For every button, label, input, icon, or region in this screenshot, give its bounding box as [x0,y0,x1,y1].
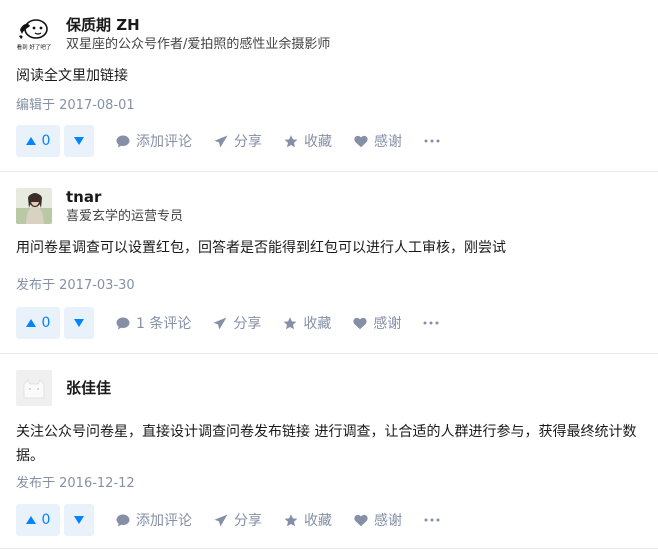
author-name[interactable]: 张佳佳 [66,378,111,398]
author-info: 看到 好了吧了 保质期 ZH 双星座的公众号作者/爱拍照的感性业余摄影师 [16,14,642,54]
paper-plane-icon [214,135,228,147]
vote-count: 0 [41,512,51,528]
answer-content: 用问卷星调查可以设置红包，回答者是否能得到红包可以进行人工审核，刚尝试 [16,240,506,256]
thanks-button[interactable]: 感谢 [354,510,402,530]
comment-label: 添加评论 [136,513,192,529]
answer-item: tnar 喜爱玄学的运营专员 用问卷星调查可以设置红包，回答者是否能得到红包可以… [0,172,658,354]
more-button[interactable] [424,518,440,522]
answer-date[interactable]: 发布于 2017-03-30 [16,276,642,296]
vote-up-button[interactable]: 0 [16,307,60,339]
author-bio: 喜爱玄学的运营专员 [66,208,184,224]
triangle-down-icon [74,319,84,327]
comment-label: 1 条评论 [136,316,192,332]
more-button[interactable] [424,139,440,143]
author-bio: 双星座的公众号作者/爱拍照的感性业余摄影师 [66,36,331,52]
author-info: tnar 喜爱玄学的运营专员 [16,186,642,226]
avatar[interactable] [16,370,52,406]
paper-plane-icon [213,317,227,329]
avatar-photo-icon [16,188,52,224]
author-info: 张佳佳 [16,368,642,408]
thanks-label: 感谢 [374,134,402,150]
vote-down-button[interactable] [64,307,94,339]
answer-item: 看到 好了吧了 保质期 ZH 双星座的公众号作者/爱拍照的感性业余摄影师 阅读全… [0,0,658,172]
share-button[interactable]: 分享 [214,510,262,530]
answer-date[interactable]: 发布于 2016-12-12 [16,474,642,494]
collect-label: 收藏 [304,513,332,529]
default-avatar-icon [16,370,52,406]
vote-count: 0 [41,315,51,331]
triangle-up-icon [25,137,36,145]
thanks-button[interactable]: 感谢 [354,131,402,151]
triangle-up-icon [25,516,36,524]
comment-icon [116,317,130,329]
thanks-button[interactable]: 感谢 [353,313,401,333]
comment-button[interactable]: 1 条评论 [116,313,191,333]
author-name[interactable]: tnar [66,187,183,207]
ellipsis-icon [424,518,440,522]
thanks-label: 感谢 [374,513,402,529]
comment-label: 添加评论 [136,134,192,150]
collect-button[interactable]: 收藏 [284,510,332,530]
share-label: 分享 [234,513,262,529]
avatar-meme-icon: 看到 好了吧了 [16,16,52,52]
collect-button[interactable]: 收藏 [284,131,332,151]
comment-icon [116,514,130,526]
share-button[interactable]: 分享 [213,313,261,333]
comment-icon [116,135,130,147]
answer-item: 张佳佳 关注公众号问卷星，直接设计调查问卷发布链接 进行调查，让合适的人群进行参… [0,354,658,549]
answer-date[interactable]: 编辑于 2017-08-01 [16,96,642,116]
vote-up-button[interactable]: 0 [16,504,60,536]
collect-button[interactable]: 收藏 [283,313,331,333]
triangle-down-icon [74,516,84,524]
triangle-up-icon [25,319,36,327]
heart-icon [353,317,367,329]
action-bar: 0 添加评论 分享 收藏 感谢 [16,504,440,536]
heart-icon [354,514,368,526]
collect-label: 收藏 [303,316,332,332]
svg-text:看到 好了吧了: 看到 好了吧了 [17,43,52,51]
action-bar: 0 1 条评论 分享 收藏 感谢 [16,307,439,339]
ellipsis-icon [424,139,440,143]
vote-up-button[interactable]: 0 [16,125,60,157]
share-button[interactable]: 分享 [214,131,262,151]
star-icon [284,134,298,147]
avatar[interactable] [16,188,52,224]
share-label: 分享 [234,134,262,150]
collect-label: 收藏 [304,134,332,150]
triangle-down-icon [74,137,84,145]
comment-button[interactable]: 添加评论 [116,131,192,151]
author-text: tnar 喜爱玄学的运营专员 [66,187,183,226]
author-name[interactable]: 保质期 ZH [66,15,330,35]
avatar[interactable]: 看到 好了吧了 [16,16,52,52]
paper-plane-icon [214,514,228,526]
thanks-label: 感谢 [373,316,402,332]
star-icon [284,513,298,526]
vote-down-button[interactable] [64,504,94,536]
action-bar: 0 添加评论 分享 收藏 感谢 [16,125,440,157]
vote-down-button[interactable] [64,125,94,157]
answer-content: 关注公众号问卷星，直接设计调查问卷发布链接 进行调查，让合适的人群进行参与，获得… [16,424,637,464]
share-label: 分享 [233,316,262,332]
more-button[interactable] [423,321,439,325]
vote-count: 0 [41,133,51,149]
answer-content: 阅读全文里加链接 [16,68,128,84]
star-icon [283,316,297,329]
author-text: 张佳佳 [66,378,111,398]
ellipsis-icon [423,321,439,325]
comment-button[interactable]: 添加评论 [116,510,192,530]
author-text: 保质期 ZH 双星座的公众号作者/爱拍照的感性业余摄影师 [66,15,330,54]
heart-icon [354,135,368,147]
